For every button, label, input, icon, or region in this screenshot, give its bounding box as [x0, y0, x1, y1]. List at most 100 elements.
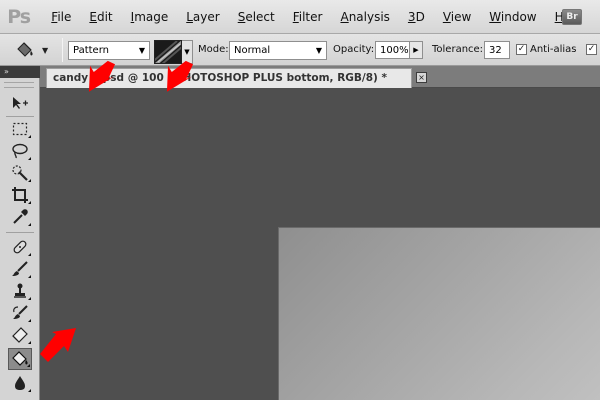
chevron-down-icon: ▼	[138, 46, 145, 55]
options-divider	[62, 38, 63, 62]
tool-divider	[6, 116, 34, 117]
menu-analysis[interactable]: Analysis	[340, 10, 389, 24]
lasso-tool[interactable]	[8, 140, 32, 162]
tools-panel-grip[interactable]	[4, 82, 34, 88]
move-tool-icon	[13, 97, 28, 109]
submenu-indicator-icon	[28, 253, 31, 256]
menu-3d[interactable]: 3D	[408, 10, 425, 24]
opacity-slider-button[interactable]: ▶	[410, 41, 423, 59]
menu-label-rest: ilter	[298, 9, 323, 24]
document-canvas[interactable]	[278, 227, 600, 400]
menu-label-rest: iew	[450, 9, 472, 24]
menu-file[interactable]: File	[51, 10, 71, 24]
menu-bar: Ps File Edit Image Layer Select Filter Analysi…	[0, 0, 600, 34]
crop-tool[interactable]	[8, 184, 32, 206]
annotation-arrow-pattern-swatch	[166, 60, 194, 92]
close-document-icon[interactable]: ×	[416, 72, 427, 83]
checkmark-icon: ✓	[517, 44, 526, 54]
submenu-indicator-icon	[27, 364, 30, 367]
menu-view[interactable]: View	[443, 10, 471, 24]
tool-preset-picker[interactable]: ▼	[14, 39, 52, 61]
tools-panel: »	[0, 66, 40, 400]
opacity-label: Opacity:	[333, 44, 375, 55]
move-tool[interactable]	[8, 92, 32, 114]
submenu-indicator-icon	[28, 201, 31, 204]
chevron-down-icon: ▼	[184, 48, 190, 56]
tolerance-input[interactable]: 32	[484, 41, 510, 59]
brush-tool[interactable]	[8, 258, 32, 280]
tolerance-label: Tolerance:	[432, 44, 484, 55]
tools-panel-header[interactable]: »	[0, 66, 40, 78]
collapse-icon[interactable]: »	[4, 67, 9, 76]
submenu-indicator-icon	[28, 135, 31, 138]
mode-label: Mode:	[198, 44, 229, 55]
menu-label-rest: nalysis	[348, 9, 390, 24]
photoshop-logo: Ps	[7, 5, 31, 28]
opacity-input[interactable]: 100%	[375, 41, 410, 59]
menu-label-rest: indow	[500, 9, 537, 24]
menu-items: File Edit Image Layer Select Filter Analysis 3D…	[51, 10, 600, 24]
brush-icon	[12, 261, 28, 276]
menu-label-rest: elect	[245, 9, 275, 24]
healing-brush-tool[interactable]	[8, 236, 32, 258]
water-drop-icon	[15, 376, 25, 390]
blend-mode-value: Normal	[234, 45, 271, 56]
menu-mnemonic: E	[89, 9, 97, 24]
menu-label-rest: ile	[57, 9, 72, 24]
menu-label-rest: D	[415, 9, 425, 24]
submenu-indicator-icon	[28, 223, 31, 226]
submenu-indicator-icon	[28, 341, 31, 344]
history-brush-tool[interactable]	[8, 302, 32, 324]
menu-mnemonic: W	[489, 9, 501, 24]
submenu-indicator-icon	[28, 297, 31, 300]
paint-bucket-icon	[17, 42, 33, 57]
menu-filter[interactable]: Filter	[293, 10, 323, 24]
menu-mnemonic: A	[340, 9, 349, 24]
history-brush-icon	[13, 305, 28, 319]
bridge-button[interactable]: Br	[562, 9, 582, 25]
tool-divider	[6, 232, 34, 233]
menu-mnemonic: 3	[407, 9, 416, 24]
contiguous-checkbox[interactable]: ✓	[586, 44, 597, 55]
eyedropper-tool[interactable]	[8, 206, 32, 228]
menu-image[interactable]: Image	[131, 10, 169, 24]
chevron-right-icon: ▶	[413, 46, 419, 54]
menu-edit[interactable]: Edit	[89, 10, 112, 24]
submenu-indicator-icon	[28, 179, 31, 182]
clone-stamp-tool[interactable]	[8, 280, 32, 302]
submenu-indicator-icon	[28, 157, 31, 160]
quick-selection-icon	[12, 165, 28, 181]
menu-label-rest: dit	[96, 9, 113, 24]
chevron-down-icon: ▼	[315, 46, 322, 55]
submenu-indicator-icon	[28, 275, 31, 278]
bandage-icon	[13, 240, 27, 254]
quick-selection-tool[interactable]	[8, 162, 32, 184]
rectangular-marquee-icon	[12, 122, 28, 136]
submenu-indicator-icon	[28, 389, 31, 392]
document-tab-bar: candy psd @ 100 PHOTOSHOP PLUS bottom, R…	[40, 66, 600, 88]
menu-mnemonic: V	[442, 9, 451, 24]
stamp-icon	[14, 283, 26, 298]
antialias-label: Anti-alias	[530, 44, 577, 55]
chevron-down-icon: ▼	[42, 45, 49, 55]
fill-source-value: Pattern	[73, 45, 109, 56]
eraser-tool[interactable]	[8, 324, 32, 346]
checkmark-icon: ✓	[587, 44, 596, 54]
paint-bucket-tool[interactable]	[8, 348, 32, 370]
menu-layer[interactable]: Layer	[186, 10, 219, 24]
menu-window[interactable]: Window	[489, 10, 536, 24]
blend-mode-select[interactable]: Normal ▼	[229, 41, 327, 60]
submenu-indicator-icon	[28, 319, 31, 322]
menu-label-rest: ayer	[192, 9, 220, 24]
menu-select[interactable]: Select	[238, 10, 275, 24]
marquee-tool[interactable]	[8, 118, 32, 140]
annotation-arrow-pattern-dropdown	[88, 60, 116, 92]
crop-icon	[12, 187, 28, 203]
lasso-icon	[12, 143, 28, 159]
eraser-icon	[12, 327, 28, 343]
annotation-arrow-paint-bucket-tool	[40, 328, 76, 362]
blur-tool[interactable]	[8, 372, 32, 394]
antialias-checkbox[interactable]: ✓	[516, 44, 527, 55]
menu-label-rest: mage	[134, 9, 169, 24]
menu-mnemonic: L	[186, 9, 193, 24]
